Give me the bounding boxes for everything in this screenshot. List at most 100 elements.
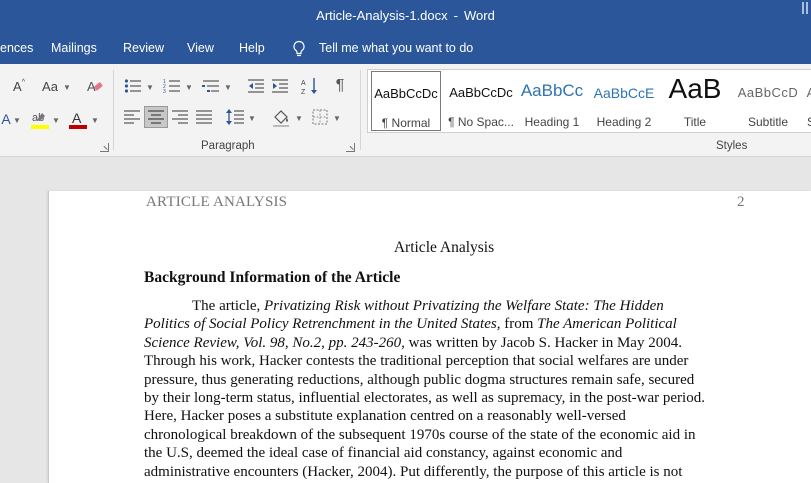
ribbon-tabs: ences Mailings Review View Help Tell me … — [0, 34, 811, 64]
paint-bucket-icon — [273, 110, 289, 127]
paragraph-line: Here, Hacker poses a substitute explanat… — [144, 408, 626, 425]
italic-text-run: Privatizing Risk without Privatizing the… — [264, 298, 664, 314]
align-center-button[interactable] — [144, 106, 168, 128]
font-color-icon: A — [69, 110, 87, 129]
style-preview: AaBbCcE — [593, 85, 655, 101]
chevron-down-icon[interactable]: ▼ — [146, 83, 154, 92]
tab-mailings[interactable]: Mailings — [51, 41, 97, 55]
lightbulb-icon — [293, 40, 305, 57]
shading-button[interactable] — [270, 107, 292, 129]
paragraph-line: Through his work, Hacker contests the tr… — [144, 353, 689, 370]
running-head: ARTICLE ANALYSIS — [146, 194, 288, 210]
style-name: ¶ Normal — [381, 116, 431, 130]
svg-text:A: A — [72, 110, 82, 126]
font-dialog-launcher[interactable] — [100, 143, 109, 152]
document-title: Article Analysis — [393, 239, 495, 256]
page-number: 2 — [737, 194, 745, 210]
change-case-button[interactable]: Aa — [38, 76, 62, 96]
paragraph-group-label: Paragraph — [201, 140, 255, 152]
style-name: ¶ No Spac... — [448, 115, 514, 129]
line-spacing-button[interactable] — [225, 107, 245, 127]
grow-font-button[interactable]: A ^ — [10, 76, 28, 96]
highlight-color-button[interactable]: ab — [30, 108, 50, 132]
window-title: Article-Analysis-1.docx - Word — [0, 8, 811, 23]
chevron-down-icon[interactable]: ▼ — [333, 114, 341, 123]
style-subtitle[interactable]: AaBbCcD Subtitle — [732, 71, 804, 131]
increase-indent-icon — [272, 79, 288, 93]
style-heading-1[interactable]: AaBbCc Heading 1 — [519, 71, 585, 131]
pilcrow-icon[interactable]: ¶ — [330, 76, 350, 96]
title-bar: Article-Analysis-1.docx - Word — [0, 0, 811, 34]
sort-button[interactable]: A Z — [299, 76, 321, 96]
borders-icon — [312, 109, 328, 125]
paragraph-line: administrative encounters (Hacker, 2004)… — [144, 463, 683, 480]
chevron-down-icon[interactable]: ▼ — [185, 83, 193, 92]
bullet-list-icon — [124, 79, 141, 93]
paragraph-line: the U.S, deemed the ideal case of financ… — [144, 445, 623, 462]
paragraph-dialog-launcher[interactable] — [346, 143, 355, 152]
document-page[interactable]: ARTICLE ANALYSIS 2 Article Analysis Back… — [48, 191, 811, 483]
line-spacing-icon — [226, 109, 244, 125]
chevron-down-icon[interactable]: ▼ — [52, 116, 60, 125]
tab-view[interactable]: View — [187, 41, 214, 55]
font-color-button[interactable]: A — [68, 108, 88, 132]
bullets-button[interactable] — [122, 76, 144, 96]
align-right-button[interactable] — [170, 107, 190, 127]
app-name: Word — [464, 8, 495, 23]
tab-references[interactable]: ences — [0, 41, 33, 55]
tell-me-search[interactable]: Tell me what you want to do — [319, 41, 473, 55]
numbering-button[interactable]: 1 2 3 — [161, 76, 183, 96]
window-control-button[interactable] — [799, 0, 809, 18]
style-next-partial[interactable]: A S — [806, 71, 811, 131]
increase-indent-button[interactable] — [269, 76, 291, 96]
borders-button[interactable] — [310, 107, 330, 127]
document-name: Article-Analysis-1.docx — [316, 8, 448, 23]
justify-icon — [196, 110, 212, 124]
justify-button[interactable] — [194, 107, 214, 127]
paragraph-line: pressure, thus generating reductions, al… — [144, 371, 695, 388]
style-preview: AaB — [668, 73, 722, 104]
document-area[interactable]: ARTICLE ANALYSIS 2 Article Analysis Back… — [0, 157, 811, 483]
style-name: Title — [683, 115, 707, 129]
text-run: was written by Jacob S. Hacker in May 20… — [404, 334, 682, 351]
decrease-indent-button[interactable] — [245, 76, 267, 96]
style-preview: AaBbCcD — [737, 85, 799, 100]
paragraph-line: Science Review, Vol. 98, No.2, pp. 243-2… — [144, 334, 747, 352]
italic-text-run: Politics of Social Policy Retrenchment i… — [144, 316, 501, 333]
style-no-spacing[interactable]: AaBbCcDc ¶ No Spac... — [445, 71, 517, 131]
text-effects-button[interactable]: A — [0, 108, 12, 130]
body-paragraph[interactable]: The article, Privatizing Risk without Pr… — [144, 297, 747, 481]
align-left-icon — [124, 110, 140, 124]
italic-text-run: The American Political — [537, 316, 677, 333]
group-separator — [360, 70, 361, 150]
style-heading-2[interactable]: AaBbCcE Heading 2 — [590, 71, 658, 131]
multilevel-list-button[interactable] — [200, 76, 222, 96]
tab-review[interactable]: Review — [123, 41, 164, 55]
chevron-down-icon[interactable]: ▼ — [224, 83, 232, 92]
chevron-down-icon[interactable]: ▼ — [91, 116, 99, 125]
svg-text:A: A — [301, 80, 306, 87]
text-run: from — [500, 316, 538, 333]
chevron-down-icon[interactable]: ▼ — [13, 116, 21, 125]
align-left-button[interactable] — [122, 107, 142, 127]
title-separator: - — [453, 8, 458, 23]
decrease-indent-icon — [248, 79, 264, 93]
style-name: Heading 2 — [596, 115, 652, 129]
chevron-down-icon[interactable]: ▼ — [295, 114, 303, 123]
style-normal[interactable]: AaBbCcDc ¶ Normal — [371, 71, 441, 131]
style-preview: AaBbCcDc — [449, 85, 513, 100]
align-center-icon — [148, 110, 164, 124]
italic-text-run: Science Review, Vol. 98, No.2, pp. 243-2… — [144, 334, 405, 351]
style-name: Subtitle — [747, 115, 789, 129]
clear-formatting-button[interactable]: A — [84, 76, 106, 96]
styles-group-label: Styles — [716, 140, 748, 152]
style-title[interactable]: AaB Title — [661, 71, 729, 131]
style-preview: AaBbCcDc — [374, 86, 438, 101]
sort-icon: A Z — [301, 78, 317, 95]
paragraph-line: by their long-term status, influential e… — [144, 390, 705, 407]
multilevel-list-icon — [202, 80, 219, 92]
section-heading: Background Information of the Article — [144, 269, 401, 286]
tab-help[interactable]: Help — [239, 41, 265, 55]
chevron-down-icon[interactable]: ▼ — [63, 83, 71, 92]
chevron-down-icon[interactable]: ▼ — [248, 114, 256, 123]
